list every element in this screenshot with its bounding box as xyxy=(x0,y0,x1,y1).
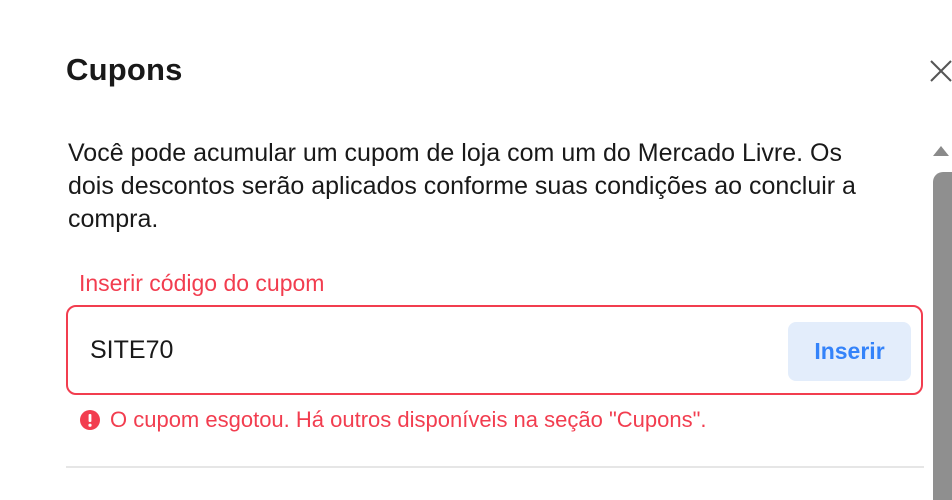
coupons-modal: Cupons Você pode acumular um cupom de lo… xyxy=(0,0,952,500)
close-button[interactable] xyxy=(928,58,952,84)
close-icon xyxy=(928,58,952,84)
modal-title: Cupons xyxy=(66,52,183,87)
coupon-error-message: O cupom esgotou. Há outros disponíveis n… xyxy=(79,407,707,433)
scrollbar-thumb[interactable] xyxy=(933,172,952,500)
scroll-up-arrow-icon[interactable] xyxy=(933,146,949,156)
coupon-field-label: Inserir código do cupom xyxy=(79,270,325,296)
divider xyxy=(66,466,924,468)
coupon-code-input[interactable] xyxy=(90,332,770,368)
exclamation-circle-icon xyxy=(79,409,101,431)
insert-coupon-button[interactable]: Inserir xyxy=(788,322,911,381)
modal-description: Você pode acumular um cupom de loja com … xyxy=(68,139,856,233)
error-text: O cupom esgotou. Há outros disponíveis n… xyxy=(110,407,707,432)
scrollbar[interactable] xyxy=(931,140,952,500)
coupon-input-container: Inserir xyxy=(66,305,923,395)
